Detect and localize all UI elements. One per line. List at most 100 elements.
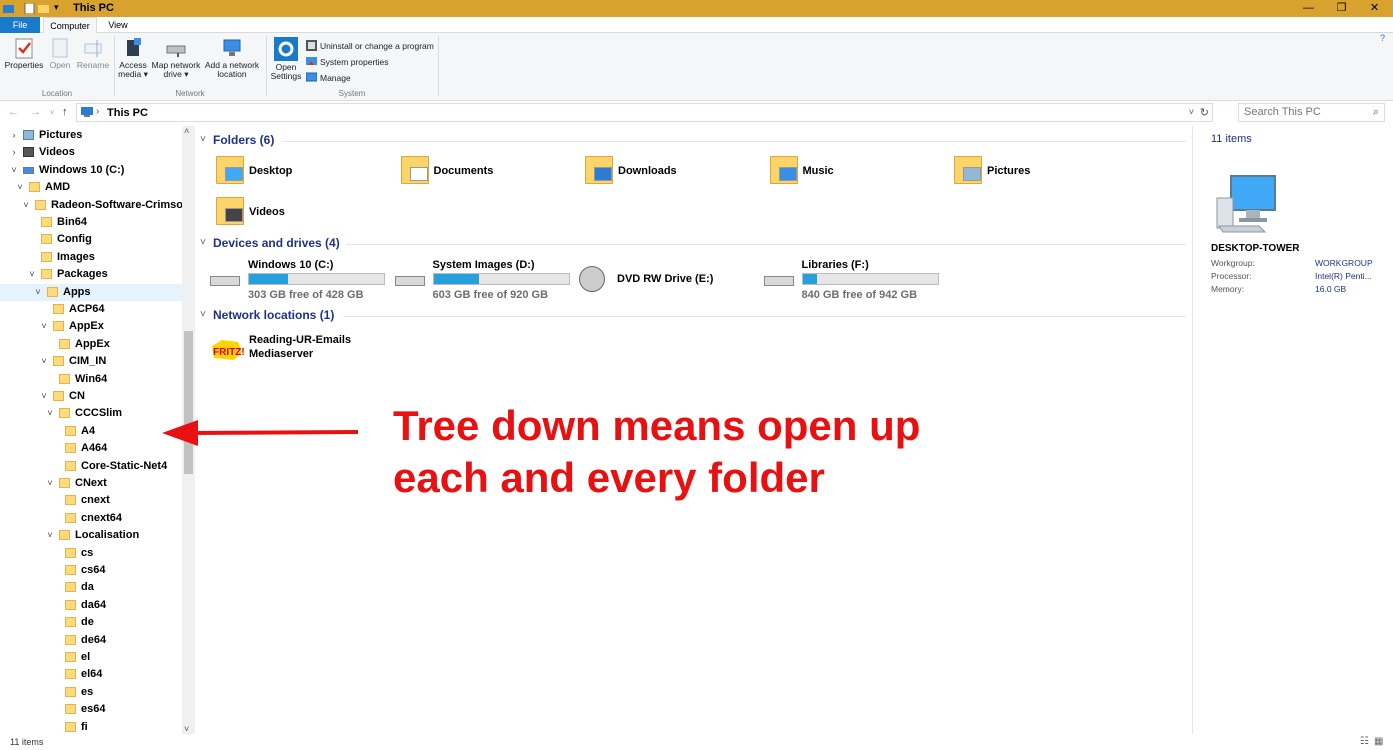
collapse-chevron-icon[interactable]: ˅ xyxy=(27,266,37,283)
tree-item[interactable]: A4 xyxy=(0,423,182,440)
folder-item[interactable]: Videos xyxy=(216,197,386,231)
network-section-header[interactable]: Network locations (1) xyxy=(213,308,334,324)
tree-item[interactable]: A464 xyxy=(0,440,182,457)
tree-item[interactable]: cs64 xyxy=(0,562,182,579)
open-settings-button[interactable]: Open Settings xyxy=(270,37,302,81)
map-network-drive-button[interactable]: Map network drive ▾ xyxy=(150,37,202,79)
collapse-chevron-icon[interactable]: ˅ xyxy=(45,405,55,422)
folder-item[interactable]: Music xyxy=(769,156,940,190)
tree-item[interactable]: Bin64 xyxy=(0,214,182,231)
system-properties-button[interactable]: System properties xyxy=(306,56,389,67)
folders-section-header[interactable]: Folders (6) xyxy=(213,133,274,149)
tree-item[interactable]: ˅ Apps xyxy=(0,283,182,301)
tree-item[interactable]: da64 xyxy=(0,597,182,614)
large-icons-view-icon[interactable]: ▦ xyxy=(1374,736,1383,747)
tree-item[interactable]: ˅ CIM_IN xyxy=(0,353,182,370)
back-button[interactable]: ← xyxy=(8,106,19,118)
open-button[interactable]: Open xyxy=(47,37,73,70)
tree-item[interactable]: ˅ Windows 10 (C:) xyxy=(0,162,182,179)
collapse-chevron-icon[interactable]: ˅ xyxy=(39,388,49,405)
tree-item[interactable]: ˅ AppEx xyxy=(0,318,182,335)
tab-computer[interactable]: Computer xyxy=(43,17,97,33)
close-button[interactable]: ✕ xyxy=(1358,0,1391,17)
expand-chevron-icon[interactable]: › xyxy=(9,127,19,144)
collapse-chevron-icon[interactable]: ˅ xyxy=(33,284,43,301)
access-media-button[interactable]: Access media ▾ xyxy=(117,37,149,79)
search-input[interactable] xyxy=(1244,106,1364,118)
scroll-up-icon[interactable]: ˄ xyxy=(184,126,189,136)
add-network-location-button[interactable]: Add a network location xyxy=(203,37,261,79)
tree-item[interactable]: ˅ CNext xyxy=(0,475,182,492)
tree-item[interactable]: AppEx xyxy=(0,336,182,353)
refresh-icon[interactable]: ↻ xyxy=(1200,106,1209,119)
collapse-chevron-icon[interactable]: ˅ xyxy=(21,197,31,214)
tree-item[interactable]: cs xyxy=(0,545,182,562)
folder-item[interactable]: Downloads xyxy=(585,156,755,190)
drive-item[interactable]: Libraries (F:) 840 GB free of 942 GB xyxy=(763,259,944,301)
search-box[interactable]: ⌕ xyxy=(1238,103,1385,122)
tree-item[interactable]: › Pictures xyxy=(0,127,182,144)
collapse-chevron-icon[interactable]: ˅ xyxy=(9,162,19,179)
drive-item[interactable]: Windows 10 (C:) 303 GB free of 428 GB xyxy=(210,259,390,301)
tree-item[interactable]: ˅ Localisation xyxy=(0,527,182,544)
tree-item[interactable]: es xyxy=(0,684,182,701)
quick-access-dropdown-icon[interactable]: ▾ xyxy=(54,2,65,13)
tree-item[interactable]: es64 xyxy=(0,701,182,718)
collapse-chevron-icon[interactable]: ˅ xyxy=(39,353,49,370)
details-view-icon[interactable]: ☷ xyxy=(1360,736,1369,747)
collapse-chevron-icon[interactable]: ˅ xyxy=(39,318,49,335)
drive-item[interactable]: DVD RW Drive (E:) xyxy=(579,260,759,300)
address-dropdown-icon[interactable]: ˅ xyxy=(1189,107,1194,117)
breadcrumb-this-pc[interactable]: This PC xyxy=(107,107,148,119)
tree-item[interactable]: da xyxy=(0,579,182,596)
tree-item[interactable]: ˅ AMD xyxy=(0,179,182,196)
folder-item[interactable]: Desktop xyxy=(216,156,386,190)
tree-item[interactable]: Images xyxy=(0,249,182,266)
tree-item[interactable]: de64 xyxy=(0,632,182,649)
tree-item[interactable]: › Videos xyxy=(0,144,182,161)
tree-item[interactable]: cnext64 xyxy=(0,510,182,527)
collapse-folders-icon[interactable]: ˅ xyxy=(200,134,206,145)
expand-chevron-icon[interactable]: › xyxy=(9,144,19,161)
rename-button[interactable]: Rename xyxy=(76,37,110,70)
tab-view[interactable]: View xyxy=(101,17,135,33)
network-location-item[interactable]: FRITZ! Reading-UR-Emails Mediaserver xyxy=(210,334,390,368)
manage-button[interactable]: Manage xyxy=(306,72,351,83)
collapse-chevron-icon[interactable]: ˅ xyxy=(15,179,25,196)
tree-item[interactable]: el xyxy=(0,649,182,666)
new-folder-quick-icon[interactable] xyxy=(38,3,49,14)
tree-item[interactable]: ˅ CN xyxy=(0,388,182,405)
scroll-down-icon[interactable]: ˅ xyxy=(184,724,189,734)
tree-item[interactable]: Core-Static-Net4 xyxy=(0,458,182,475)
address-field[interactable]: › This PC ˅ ↻ xyxy=(76,103,1213,122)
folder-item[interactable]: Pictures xyxy=(954,156,1124,190)
tree-item[interactable]: ˅ Radeon-Software-Crimson xyxy=(0,197,189,214)
folder-item[interactable]: Documents xyxy=(400,156,571,190)
collapse-chevron-icon[interactable]: ˅ xyxy=(45,475,55,492)
scrollbar-thumb[interactable] xyxy=(184,331,193,474)
properties-quick-icon[interactable] xyxy=(24,3,35,14)
collapse-network-icon[interactable]: ˅ xyxy=(200,309,206,320)
tree-item[interactable]: ˅ CCCSlim xyxy=(0,405,182,422)
drives-section-header[interactable]: Devices and drives (4) xyxy=(213,236,340,252)
tree-item[interactable]: de xyxy=(0,614,182,631)
tree-item[interactable]: Win64 xyxy=(0,371,182,388)
forward-button[interactable]: → xyxy=(30,106,41,118)
help-icon[interactable]: ? xyxy=(1380,33,1385,43)
uninstall-program-button[interactable]: Uninstall or change a program xyxy=(306,40,434,51)
properties-button[interactable]: Properties xyxy=(4,37,44,70)
tree-item[interactable]: cnext xyxy=(0,492,182,509)
tree-item[interactable]: fi xyxy=(0,719,182,736)
recent-locations-icon[interactable]: ˅ xyxy=(50,108,55,117)
collapse-drives-icon[interactable]: ˅ xyxy=(200,237,206,248)
tree-item[interactable]: ACP64 xyxy=(0,301,182,318)
search-icon[interactable]: ⌕ xyxy=(1373,106,1379,119)
up-button[interactable]: ↑ xyxy=(62,106,68,118)
tree-item[interactable]: el64 xyxy=(0,666,182,683)
drive-item[interactable]: System Images (D:) 603 GB free of 920 GB xyxy=(394,259,575,301)
restore-button[interactable]: ❐ xyxy=(1325,0,1358,17)
collapse-chevron-icon[interactable]: ˅ xyxy=(45,527,55,544)
tree-item[interactable]: Config xyxy=(0,231,182,248)
tree-item[interactable]: ˅ Packages xyxy=(0,266,182,283)
minimize-button[interactable]: — xyxy=(1292,0,1325,17)
